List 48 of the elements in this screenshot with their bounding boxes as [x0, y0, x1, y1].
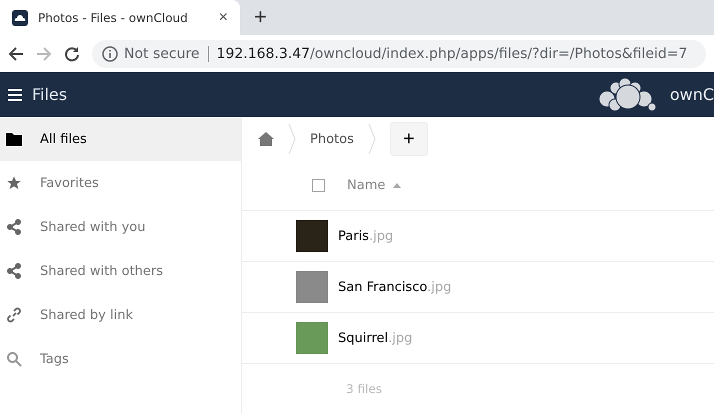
folder-icon [6, 132, 22, 146]
sidebar-label: All files [40, 132, 87, 146]
sidebar-label: Favorites [40, 176, 99, 190]
address-bar[interactable]: Not secure 192.168.3.47/owncloud/index.php/apps/files/?dir=/Photos&fileid=7 [92, 40, 706, 68]
column-header[interactable]: Name [347, 178, 402, 193]
file-name: San Francisco.jpg [338, 280, 452, 294]
app-title: Files [32, 85, 68, 104]
sidebar-item[interactable]: All files [0, 117, 241, 161]
sidebar-item[interactable]: Tags [0, 337, 241, 381]
home-icon[interactable] [258, 132, 274, 146]
url-path: /owncloud/index.php/apps/files/?dir=/Photos&fileid=7 [310, 46, 688, 62]
chevron-icon [288, 124, 296, 154]
star-icon [6, 175, 22, 191]
new-tab-button[interactable]: + [250, 4, 271, 30]
file-row[interactable]: Paris.jpg [242, 211, 714, 262]
sort-up-icon [393, 183, 402, 188]
chevron-icon [368, 124, 376, 154]
file-row[interactable]: San Francisco.jpg [242, 262, 714, 313]
share-icon [6, 263, 22, 279]
tab-title: Photos - Files - ownCloud [38, 10, 189, 24]
security-label: Not secure [124, 46, 209, 62]
file-name: Squirrel.jpg [338, 330, 412, 346]
file-count: 3 files [346, 382, 382, 396]
back-icon[interactable] [8, 46, 24, 62]
sidebar-label: Shared by link [40, 308, 133, 322]
sidebar-item[interactable]: Shared with others [0, 249, 241, 293]
sidebar-item[interactable]: Favorites [0, 161, 241, 205]
file-row[interactable]: Squirrel.jpg [242, 313, 714, 364]
select-all-checkbox[interactable] [312, 179, 325, 192]
brand-name: ownC [670, 85, 714, 104]
share-icon [6, 219, 22, 235]
sidebar-item[interactable]: Shared with you [0, 205, 241, 249]
menu-icon[interactable] [8, 88, 22, 100]
sidebar-item[interactable]: Shared by link [0, 293, 241, 337]
search-icon [6, 351, 22, 367]
file-name: Paris.jpg [338, 228, 394, 244]
url-host: 192.168.3.47 [216, 46, 310, 62]
breadcrumb-link[interactable]: Photos [310, 132, 354, 146]
close-tab-button[interactable]: × [218, 8, 228, 26]
sidebar-label: Shared with you [40, 220, 146, 234]
sidebar-label: Shared with others [40, 264, 164, 278]
browser-tab[interactable]: Photos - Files - ownCloud × [0, 0, 240, 35]
link-icon [6, 307, 22, 323]
info-icon [102, 46, 118, 62]
reload-icon[interactable] [64, 46, 80, 62]
new-button[interactable]: + [390, 122, 428, 156]
cloud-logo-icon [12, 10, 28, 26]
sidebar-label: Tags [40, 352, 69, 366]
